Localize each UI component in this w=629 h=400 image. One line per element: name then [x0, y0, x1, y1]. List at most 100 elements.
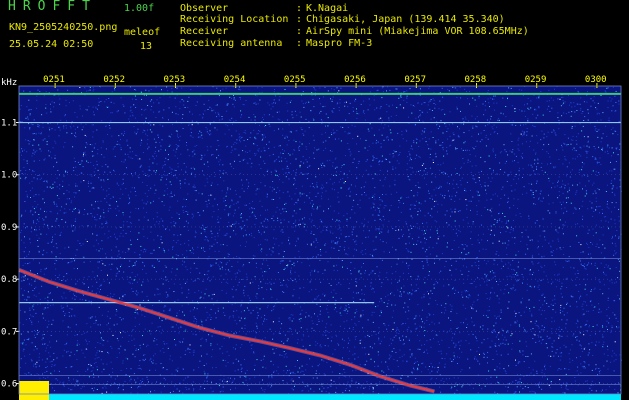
noise-dot	[457, 327, 459, 328]
noise-dot	[286, 340, 288, 342]
noise-dot	[93, 323, 95, 325]
noise-dot	[235, 120, 237, 122]
noise-dot	[65, 221, 67, 223]
noise-dot	[173, 221, 175, 223]
noise-dot	[575, 336, 577, 338]
noise-dot	[262, 298, 264, 300]
noise-dot	[45, 361, 47, 363]
noise-dot	[305, 316, 307, 318]
noise-dot	[76, 344, 78, 346]
noise-dot	[144, 251, 146, 253]
noise-dot	[94, 216, 96, 218]
noise-dot	[164, 164, 166, 166]
noise-dot	[339, 246, 341, 248]
noise-dot	[364, 218, 366, 220]
noise-dot	[326, 182, 328, 184]
noise-dot	[300, 318, 302, 320]
noise-dot	[505, 339, 507, 341]
noise-dot	[235, 276, 237, 278]
noise-dot	[155, 117, 157, 118]
noise-dot	[397, 132, 399, 134]
noise-dot	[608, 207, 610, 209]
noise-dot	[200, 291, 202, 293]
noise-dot	[391, 273, 393, 275]
noise-dot	[304, 201, 305, 203]
noise-dot	[317, 365, 319, 367]
noise-dot	[303, 226, 305, 228]
noise-dot	[496, 102, 498, 104]
noise-dot	[323, 165, 325, 167]
noise-dot	[368, 230, 370, 232]
noise-dot	[175, 130, 177, 132]
noise-dot	[321, 198, 323, 200]
noise-dot	[206, 206, 208, 208]
noise-dot	[20, 342, 22, 344]
noise-dot	[46, 233, 48, 235]
noise-dot	[303, 335, 305, 337]
noise-dot	[575, 390, 577, 391]
noise-dot	[576, 136, 578, 138]
noise-dot	[588, 326, 590, 328]
noise-dot	[288, 280, 290, 281]
noise-dot	[36, 373, 38, 375]
noise-dot	[340, 87, 342, 89]
noise-dot	[484, 161, 486, 163]
noise-dot	[158, 223, 160, 225]
noise-dot	[309, 281, 311, 283]
noise-dot	[313, 87, 315, 89]
noise-dot	[103, 368, 105, 370]
noise-dot	[314, 270, 316, 272]
noise-dot	[481, 388, 483, 390]
noise-dot	[440, 120, 442, 122]
noise-dot	[248, 182, 250, 184]
noise-dot	[611, 147, 613, 149]
noise-dot	[551, 328, 553, 330]
noise-dot	[142, 170, 144, 172]
noise-dot	[588, 310, 590, 312]
noise-dot	[312, 377, 314, 379]
noise-dot	[87, 369, 89, 371]
noise-dot	[177, 157, 179, 159]
noise-dot	[444, 214, 446, 216]
noise-dot	[435, 140, 437, 142]
noise-dot	[59, 233, 61, 235]
noise-dot	[255, 295, 257, 297]
noise-dot	[559, 312, 561, 314]
noise-dot	[120, 139, 121, 140]
noise-dot	[282, 307, 284, 309]
noise-dot	[187, 193, 189, 195]
noise-dot	[497, 119, 499, 121]
noise-dot	[135, 195, 137, 197]
noise-dot	[160, 363, 162, 364]
noise-dot	[456, 191, 458, 193]
noise-dot	[112, 334, 114, 336]
noise-dot	[185, 199, 187, 200]
noise-dot	[366, 360, 368, 362]
noise-dot	[435, 281, 437, 282]
noise-dot	[143, 299, 144, 301]
noise-dot	[87, 162, 89, 163]
noise-dot	[301, 370, 303, 372]
noise-dot	[187, 149, 189, 151]
noise-dot	[612, 350, 614, 352]
noise-dot	[292, 371, 294, 373]
noise-dot	[575, 208, 577, 210]
noise-dot	[130, 392, 132, 394]
noise-dot	[129, 115, 131, 117]
noise-dot	[472, 127, 474, 129]
noise-dot	[583, 101, 585, 103]
noise-dot	[90, 326, 92, 328]
noise-dot	[499, 345, 500, 347]
noise-dot	[492, 98, 493, 100]
noise-dot	[208, 276, 210, 278]
noise-dot	[176, 212, 178, 214]
noise-dot	[364, 249, 366, 250]
noise-dot	[422, 138, 424, 140]
noise-dot	[106, 190, 108, 192]
noise-dot	[457, 210, 459, 212]
noise-dot	[30, 210, 32, 212]
noise-dot	[139, 257, 141, 259]
noise-dot	[592, 215, 594, 217]
noise-dot	[220, 90, 221, 92]
noise-dot	[555, 229, 557, 231]
